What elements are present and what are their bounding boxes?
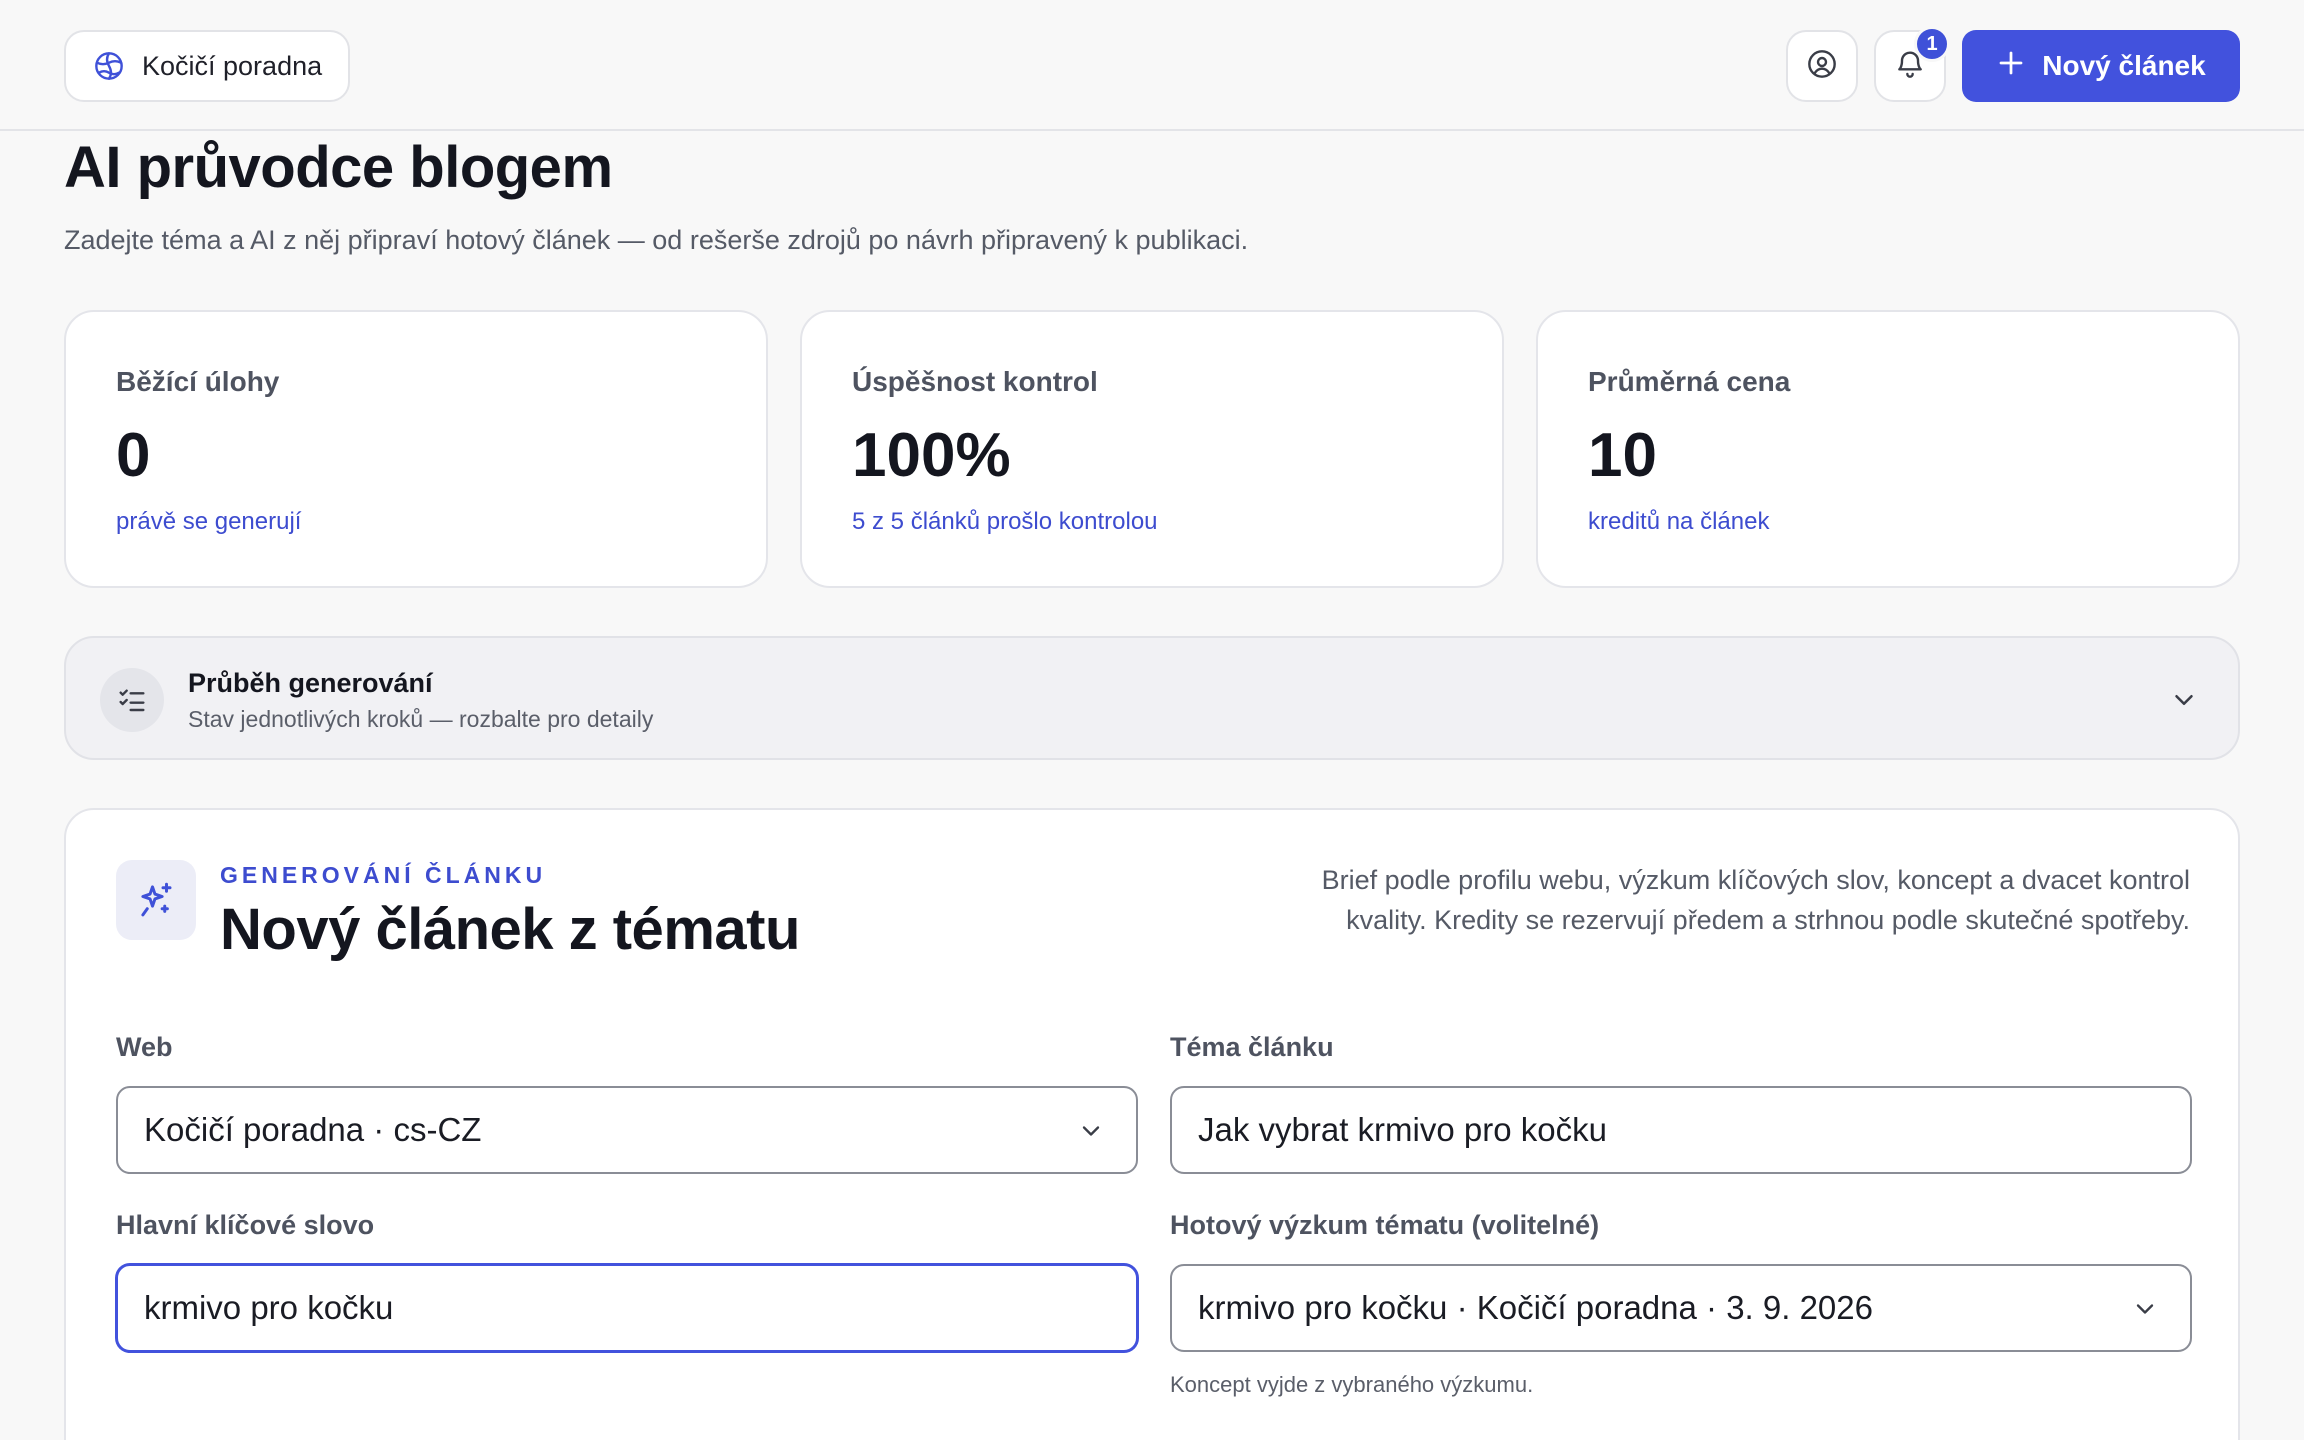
web-select-value: Kočičí poradna · cs-CZ bbox=[144, 1111, 482, 1148]
sparkles-icon bbox=[116, 860, 196, 940]
progress-subtitle: Stav jednotlivých kroků — rozbalte pro d… bbox=[188, 706, 654, 732]
chevron-down-icon bbox=[1074, 1114, 1108, 1148]
keyword-input-value: krmivo pro kočku bbox=[144, 1289, 394, 1326]
stat-note: právě se generují bbox=[116, 508, 302, 535]
stat-value: 10 bbox=[1588, 421, 1657, 490]
user-circle-icon bbox=[1806, 48, 1838, 85]
notifications-badge: 1 bbox=[1914, 26, 1950, 62]
progress-title: Průběh generování bbox=[188, 668, 433, 698]
notifications-button[interactable]: 1 bbox=[1874, 26, 1950, 102]
top-bar: Kočičí poradna 1 Nový článek bbox=[0, 0, 2304, 131]
new-article-label: Nový článek bbox=[2042, 50, 2206, 81]
stat-label: Průměrná cena bbox=[1588, 366, 1791, 397]
globe-icon bbox=[92, 49, 126, 83]
topic-label: Téma článku bbox=[1170, 1032, 1334, 1062]
stat-value: 0 bbox=[116, 421, 151, 490]
new-article-button[interactable]: Nový článek bbox=[1962, 30, 2240, 102]
research-select[interactable]: krmivo pro kočku · Kočičí poradna · 3. 9… bbox=[1170, 1264, 2192, 1352]
stat-card-check-success: Úspěšnost kontrol 100% 5 z 5 článků proš… bbox=[800, 310, 1504, 588]
checklist-icon bbox=[100, 668, 164, 732]
topic-input-value: Jak vybrat krmivo pro kočku bbox=[1198, 1111, 1607, 1148]
generation-progress-accordion[interactable]: Průběh generování Stav jednotlivých krok… bbox=[64, 636, 2240, 760]
topic-input[interactable]: Jak vybrat krmivo pro kočku bbox=[1170, 1086, 2192, 1174]
stat-note: 5 z 5 článků prošlo kontrolou bbox=[852, 508, 1158, 535]
chevron-down-icon bbox=[2128, 1292, 2162, 1326]
site-name: Kočičí poradna bbox=[142, 50, 323, 81]
research-label: Hotový výzkum tématu (volitelné) bbox=[1170, 1210, 1600, 1240]
stat-note: kreditů na článek bbox=[1588, 508, 1770, 535]
research-select-value: krmivo pro kočku · Kočičí poradna · 3. 9… bbox=[1198, 1289, 1873, 1326]
form-description: Brief podle profilu webu, výzkum klíčový… bbox=[1321, 865, 2190, 935]
site-selector-chip[interactable]: Kočičí poradna bbox=[64, 30, 351, 102]
page-subtitle: Zadejte téma a AI z něj připraví hotový … bbox=[64, 225, 1249, 255]
form-eyebrow: GENEROVÁNÍ ČLÁNKU bbox=[220, 862, 547, 888]
form-title: Nový článek z tématu bbox=[220, 897, 800, 962]
page-title: AI průvodce blogem bbox=[64, 135, 613, 200]
chevron-down-icon[interactable] bbox=[2166, 682, 2202, 718]
stat-card-average-price: Průměrná cena 10 kreditů na článek bbox=[1536, 310, 2240, 588]
stat-value: 100% bbox=[852, 421, 1011, 490]
keyword-input[interactable]: krmivo pro kočku bbox=[116, 1264, 1138, 1352]
plus-icon bbox=[1996, 48, 2026, 85]
profile-button[interactable] bbox=[1786, 30, 1858, 102]
research-hint: Koncept vyjde z vybraného výzkumu. bbox=[1170, 1372, 1534, 1397]
new-article-form-card: GENEROVÁNÍ ČLÁNKU Nový článek z tématu B… bbox=[64, 808, 2240, 1440]
web-label: Web bbox=[116, 1032, 173, 1062]
web-select[interactable]: Kočičí poradna · cs-CZ bbox=[116, 1086, 1138, 1174]
keyword-label: Hlavní klíčové slovo bbox=[116, 1210, 375, 1240]
stat-label: Běžící úlohy bbox=[116, 366, 280, 397]
stat-card-running-jobs: Běžící úlohy 0 právě se generují bbox=[64, 310, 768, 588]
stat-label: Úspěšnost kontrol bbox=[852, 366, 1098, 397]
